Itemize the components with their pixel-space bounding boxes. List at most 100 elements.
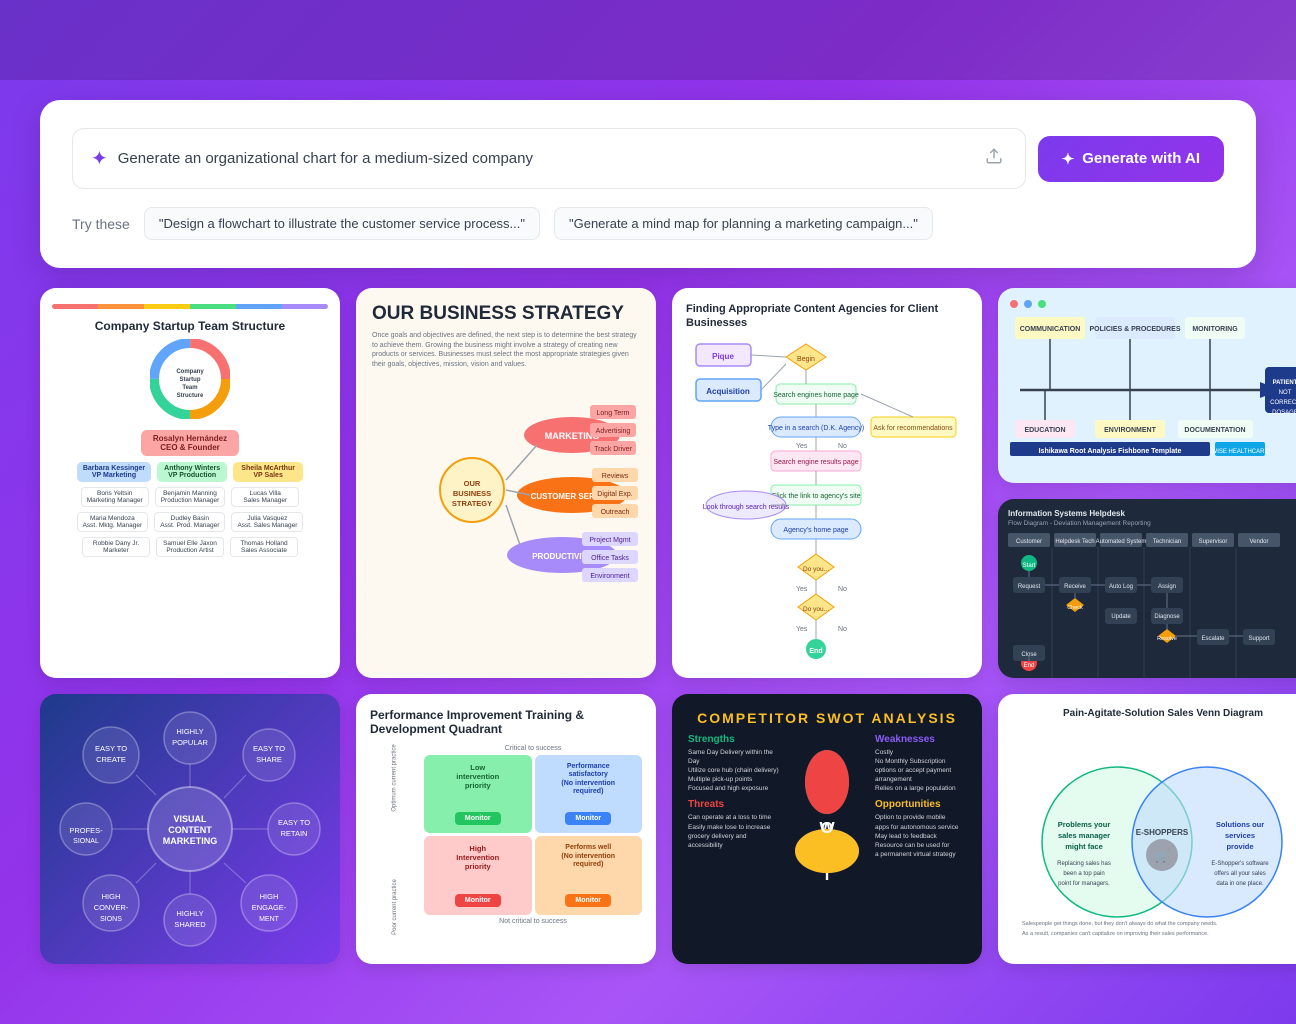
svg-text:Project Mgmt: Project Mgmt [589,537,630,544]
helpdesk-title: Information Systems Helpdesk [1008,509,1296,518]
svg-text:STRATEGY: STRATEGY [452,499,492,508]
svg-text:SIONS: SIONS [100,916,122,923]
svg-text:POLICIES & PROCEDURES: POLICIES & PROCEDURES [1089,326,1180,333]
flow-title: Finding Appropriate Content Agencies for… [686,302,968,331]
svg-text:Diagnose: Diagnose [1154,614,1180,620]
svg-text:NOT: NOT [1279,390,1292,396]
performance-card: Performance Improvement Training & Devel… [356,694,656,964]
swot-title: COMPETITOR SWOT ANALYSIS [688,710,966,726]
helpdesk-card: Information Systems Helpdesk Flow Diagra… [998,499,1296,678]
svg-text:sales manager: sales manager [1058,831,1110,840]
svg-text:provide: provide [1226,842,1253,851]
svg-text:Begin: Begin [797,356,815,363]
svg-text:Click the link to agency's sit: Click the link to agency's site [771,493,860,500]
svg-text:CREATE: CREATE [96,755,126,764]
search-input-wrapper[interactable]: ✦ Generate an organizational chart for a… [72,128,1026,189]
svg-text:Advertising: Advertising [596,428,631,435]
swot-card: COMPETITOR SWOT ANALYSIS Strengths Same … [672,694,982,964]
svg-text:No: No [838,626,847,633]
svg-text:SHARE: SHARE [256,755,282,764]
svg-text:No: No [838,586,847,593]
svg-text:Request: Request [1018,584,1041,590]
svg-text:Long Term: Long Term [597,410,630,417]
fishbone-card: COMMUNICATION POLICIES & PROCEDURES MONI… [998,288,1296,483]
svg-text:Support: Support [1248,636,1269,642]
svg-text:Yes: Yes [796,626,808,633]
svg-text:Outreach: Outreach [601,509,630,516]
svg-text:Yes: Yes [796,586,808,593]
suggestion-chip-2[interactable]: "Generate a mind map for planning a mark… [554,207,933,240]
search-input[interactable]: Generate an organizational chart for a m… [118,150,971,167]
svg-text:Check: Check [1067,605,1083,611]
svg-text:🛒: 🛒 [1155,849,1170,863]
svg-text:services: services [1225,831,1255,840]
business-strategy-card: OUR BUSINESS STRATEGY Once goals and obj… [356,288,656,678]
svg-text:DOSAGE: DOSAGE [1272,410,1296,416]
svg-text:Problems your: Problems your [1058,820,1111,829]
venn-svg: Problems your sales manager might face R… [1012,727,1296,942]
svg-text:EASY TO: EASY TO [95,744,127,753]
upload-button[interactable] [981,143,1007,174]
biz-title: OUR BUSINESS STRATEGY [372,304,640,325]
svg-text:E-SHOPPERS: E-SHOPPERS [1136,828,1189,837]
svg-text:RETAIN: RETAIN [281,829,308,838]
svg-text:Company: Company [176,369,204,375]
sparkle-icon: ✦ [91,146,108,171]
svg-text:Reviews: Reviews [602,473,629,480]
svg-text:PATIENT: PATIENT [1273,380,1296,386]
svg-text:Receive: Receive [1064,584,1086,590]
generate-sparkle-icon: ✦ [1062,150,1075,168]
generate-button[interactable]: ✦ Generate with AI [1038,136,1224,182]
main-container: ✦ Generate an organizational chart for a… [0,80,1296,984]
svg-text:offers all your sales: offers all your sales [1214,871,1266,877]
svg-text:ENVIRONMENT: ENVIRONMENT [1104,427,1156,434]
svg-text:CONTENT: CONTENT [168,825,212,835]
performance-title: Performance Improvement Training & Devel… [370,708,642,737]
svg-text:Office Tasks: Office Tasks [591,555,629,562]
svg-text:Digital Exp.: Digital Exp. [597,491,632,498]
helpdesk-svg: Customer Helpdesk Tech Automated System … [1008,533,1296,678]
svg-text:SHARED: SHARED [174,920,206,929]
biz-mindmap-svg: MARKETING Long Term Advertising Track Dr… [372,380,640,600]
svg-text:data in one place.: data in one place. [1216,881,1264,887]
svg-text:PROFES-: PROFES- [69,826,103,835]
svg-text:No: No [838,443,847,450]
svg-text:Supervisor: Supervisor [1199,539,1228,545]
svg-text:Search engine results page: Search engine results page [773,459,858,466]
svg-text:Do you...: Do you... [803,566,829,573]
helpdesk-subtitle: Flow Diagram - Deviation Management Repo… [1008,520,1296,527]
generate-label: Generate with AI [1082,150,1200,167]
svg-text:E-Shopper's software: E-Shopper's software [1211,861,1269,867]
svg-text:Acquisition: Acquisition [706,387,750,396]
svg-text:CORRECT: CORRECT [1270,400,1296,406]
svg-text:Agency's home page: Agency's home page [783,527,848,534]
venn-title: Pain-Agitate-Solution Sales Venn Diagram [1012,708,1296,719]
svg-text:Resolve: Resolve [1157,636,1177,642]
svg-text:BUSINESS: BUSINESS [453,489,491,498]
svg-text:Ishikawa Root Analysis Fishbon: Ishikawa Root Analysis Fishbone Template [1039,448,1182,455]
svg-text:HIGHLY: HIGHLY [176,727,203,736]
svg-text:OUR: OUR [464,479,481,488]
svg-text:MENT: MENT [259,916,280,923]
svg-text:DOCUMENTATION: DOCUMENTATION [1184,427,1245,434]
svg-text:Solutions our: Solutions our [1216,820,1264,829]
suggestion-chip-1[interactable]: "Design a flowchart to illustrate the cu… [144,207,540,240]
svg-text:EDUCATION: EDUCATION [1024,427,1065,434]
top-bar [0,0,1296,80]
try-these-label: Try these [72,216,130,232]
svg-text:Startup: Startup [180,377,201,383]
svg-text:point for managers.: point for managers. [1058,881,1110,887]
venn-card: Pain-Agitate-Solution Sales Venn Diagram… [998,694,1296,964]
svg-text:Replacing sales has: Replacing sales has [1057,861,1111,867]
svg-text:Search engines home page: Search engines home page [773,392,859,399]
svg-text:Team: Team [182,385,197,391]
svg-text:might face: might face [1065,842,1103,851]
svg-text:Pique: Pique [712,352,734,361]
svg-text:Automated System: Automated System [1096,539,1147,545]
biz-desc: Once goals and objectives are defined, t… [372,331,640,370]
mindmap-card: VISUAL CONTENT MARKETING EASY TO CREATE … [40,694,340,964]
svg-text:Update: Update [1111,614,1131,620]
svg-text:As a result, companies can't c: As a result, companies can't capitalize … [1022,931,1209,937]
svg-text:EASY TO: EASY TO [253,744,285,753]
svg-text:Do you...: Do you... [803,606,829,613]
